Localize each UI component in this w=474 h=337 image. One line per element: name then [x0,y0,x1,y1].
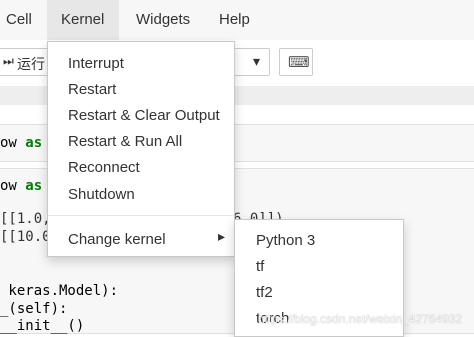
chevron-down-icon: ▾ [253,53,261,69]
menu-item-shutdown[interactable]: Shutdown [68,186,135,203]
kernel-dropdown: Interrupt Restart Restart & Clear Output… [47,41,235,257]
code-line: [[10.0 [0,229,51,245]
menu-kernel[interactable]: Kernel [47,0,119,40]
chevron-right-icon: ▸ [218,228,226,244]
kernel-option-tf[interactable]: tf [256,258,264,275]
menu-help[interactable]: Help [207,0,262,40]
watermark: https://blog.csdn.net/weixin_42764932 [258,312,463,326]
kernel-option-tf2[interactable]: tf2 [256,284,273,301]
run-label: 运行 [17,56,45,72]
kernel-option-python3[interactable]: Python 3 [256,232,315,249]
keyboard-icon: ⌨ [288,54,310,71]
command-palette-button[interactable]: ⌨ [279,48,313,76]
code-line: ow as [0,135,43,151]
menu-cell[interactable]: Cell [0,0,44,40]
code-line: [[1.0, [0,211,51,227]
code-line: __init__() [0,318,85,334]
menu-item-restart-clear-output[interactable]: Restart & Clear Output [68,107,220,124]
code-line: _(self): [0,301,68,317]
menu-item-restart[interactable]: Restart [68,81,116,98]
menu-item-change-kernel[interactable]: Change kernel [68,231,166,248]
menu-divider [48,215,234,216]
code-line: ow as [0,178,43,194]
menu-item-restart-run-all[interactable]: Restart & Run All [68,133,182,150]
menu-item-reconnect[interactable]: Reconnect [68,159,140,176]
run-button[interactable]: ⏭ 运行 [0,48,50,76]
menubar: Cell Kernel Widgets Help [0,0,474,41]
menu-item-interrupt[interactable]: Interrupt [68,55,124,72]
menu-widgets[interactable]: Widgets [124,0,202,40]
code-line: keras.Model): [0,283,119,299]
run-icon: ⏭ [3,54,14,68]
cell-type-select[interactable]: ▾ [232,48,270,76]
